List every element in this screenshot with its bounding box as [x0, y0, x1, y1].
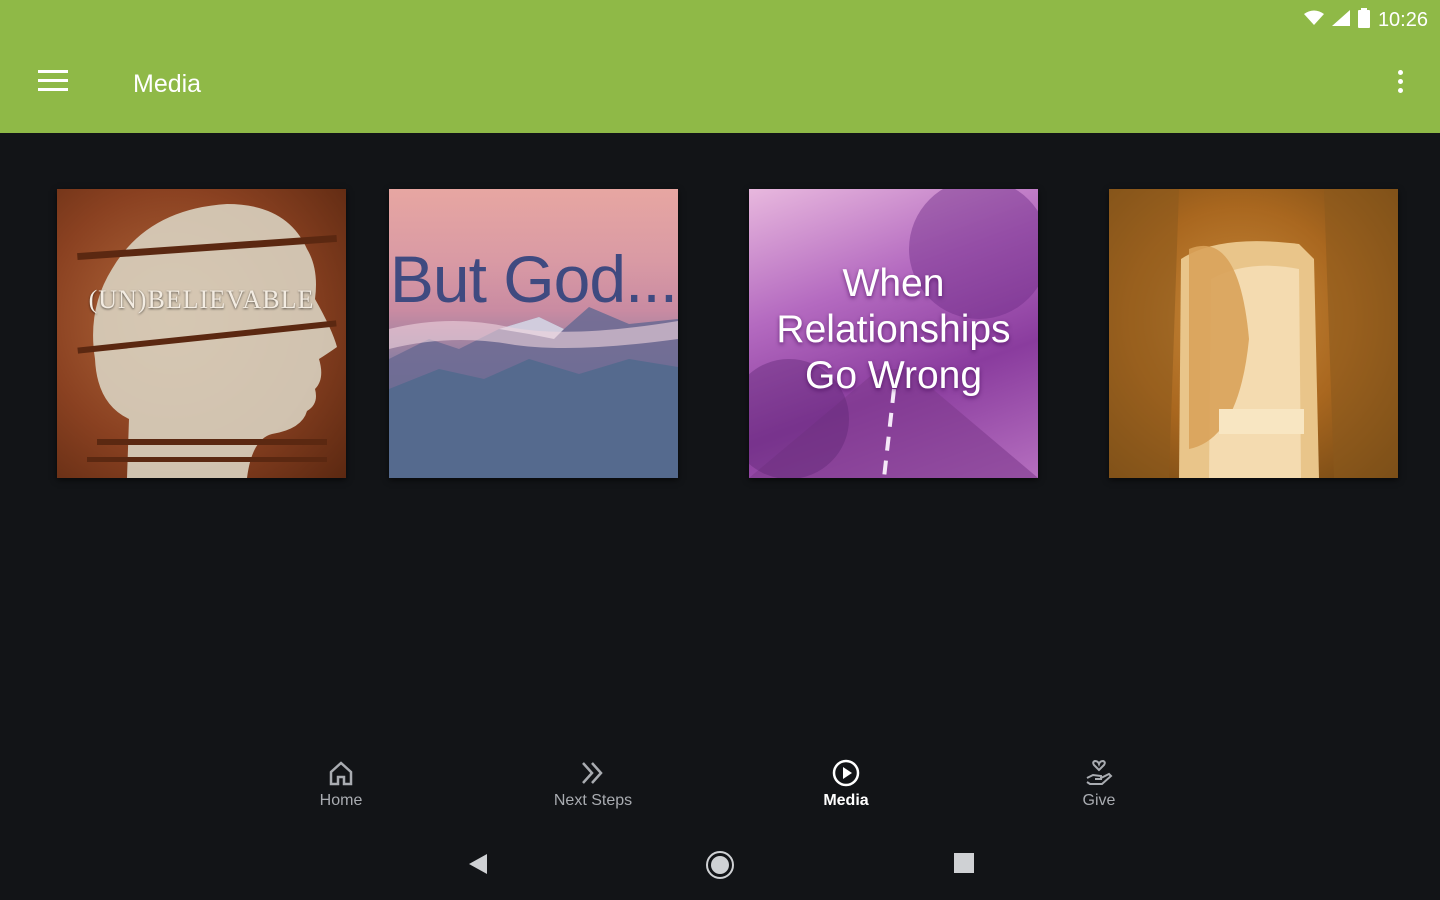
give-hand-icon	[1086, 759, 1113, 785]
double-chevron-icon	[582, 762, 603, 784]
nav-label: Media	[823, 792, 869, 809]
mountains-image	[389, 307, 678, 478]
media-tile-but-god[interactable]: But God...	[389, 189, 678, 478]
nav-give[interactable]: Give	[1019, 758, 1179, 810]
tile-title: When Relationships Go Wrong	[749, 261, 1038, 399]
more-vert-icon[interactable]	[1394, 70, 1406, 100]
head-silhouette-image	[77, 204, 337, 478]
system-nav-bar	[0, 840, 1440, 890]
tile-title: But God...	[389, 242, 678, 316]
bottom-nav: Home Next Steps Media Give	[0, 750, 1440, 830]
empty-tomb-image	[1109, 189, 1398, 478]
battery-icon	[1357, 7, 1370, 33]
hamburger-menu-icon[interactable]	[38, 70, 70, 100]
nav-label: Home	[319, 792, 363, 809]
home-circle-icon[interactable]	[705, 850, 735, 885]
tile-title-line: When	[842, 262, 945, 305]
media-tile-empty-tomb[interactable]	[1109, 189, 1398, 478]
back-icon[interactable]	[467, 852, 489, 881]
media-grid: (UN)BELIEVABLE But God... When Relations…	[0, 189, 1440, 479]
status-bar: 10:26	[1303, 6, 1428, 34]
recents-icon[interactable]	[953, 852, 975, 879]
media-tile-relationships[interactable]: When Relationships Go Wrong	[749, 189, 1038, 478]
tile-title: (UN)BELIEVABLE	[88, 285, 315, 314]
media-tile-unbelievable[interactable]: (UN)BELIEVABLE	[57, 189, 346, 478]
nav-label: Give	[1082, 792, 1116, 809]
signal-icon	[1331, 9, 1350, 31]
page-title: Media	[133, 70, 202, 98]
tile-title-line: Relationships	[776, 308, 1011, 351]
nav-home[interactable]: Home	[261, 758, 421, 810]
play-circle-icon	[832, 759, 860, 787]
app-bar: 10:26 Media	[0, 0, 1440, 133]
tile-title-line: Go Wrong	[804, 354, 983, 397]
nav-media[interactable]: Media	[766, 758, 926, 810]
status-time: 10:26	[1377, 8, 1428, 31]
wifi-icon	[1303, 10, 1324, 31]
nav-next-steps[interactable]: Next Steps	[513, 758, 673, 810]
nav-label: Next Steps	[553, 792, 633, 809]
home-icon	[329, 761, 353, 786]
